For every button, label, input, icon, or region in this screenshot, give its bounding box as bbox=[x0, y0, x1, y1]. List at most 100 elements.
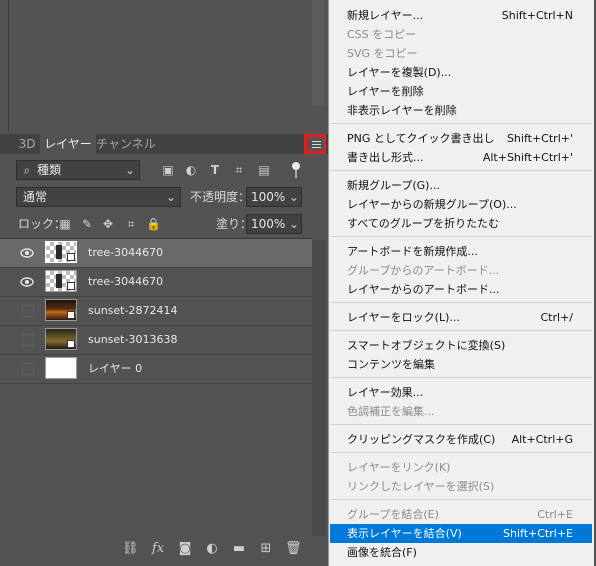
menu-item-delete-layer[interactable]: レイヤーを削除 bbox=[330, 82, 592, 101]
layer-row[interactable]: sunset-3013638 bbox=[0, 326, 312, 355]
smart-object-icon bbox=[67, 340, 75, 348]
opacity-field[interactable]: 100% ⌄ bbox=[246, 187, 302, 207]
new-layer-icon[interactable]: ⊞ bbox=[258, 541, 274, 557]
chevron-down-icon: ⌄ bbox=[289, 217, 300, 231]
lock-move-icon[interactable]: ✥ bbox=[101, 216, 115, 232]
search-icon: ⌕ bbox=[23, 163, 31, 177]
layer-thumbnail bbox=[45, 299, 77, 321]
smart-object-icon bbox=[67, 282, 75, 290]
smart-object-icon bbox=[67, 311, 75, 319]
menu-item-new-group-from-layers[interactable]: レイヤーからの新規グループ(O)... bbox=[330, 195, 592, 214]
menu-item-select-linked-layers[interactable]: リンクしたレイヤーを選択(S) bbox=[330, 477, 592, 496]
menu-item-artboard-from-layers[interactable]: レイヤーからのアートボード... bbox=[330, 280, 592, 299]
layer-name: tree-3044670 bbox=[88, 246, 164, 259]
menu-item-copy-css[interactable]: CSS をコピー bbox=[330, 25, 592, 44]
tab-3d[interactable]: 3D bbox=[14, 134, 40, 154]
document-canvas-area bbox=[0, 0, 330, 132]
smart-object-icon bbox=[67, 253, 75, 261]
menu-line-icon bbox=[312, 147, 321, 148]
menu-item-layer-effects[interactable]: レイヤー効果... bbox=[330, 383, 592, 402]
visibility-toggle[interactable] bbox=[22, 305, 34, 317]
menu-item-edit-contents[interactable]: コンテンツを編集 bbox=[330, 355, 592, 374]
menu-item-new-layer[interactable]: 新規レイヤー... Shift+Ctrl+N bbox=[330, 6, 592, 25]
layers-scrollbar[interactable] bbox=[312, 240, 326, 536]
fill-field[interactable]: 100% ⌄ bbox=[246, 214, 302, 234]
filter-toggle[interactable] bbox=[292, 162, 300, 178]
panel-menu-button[interactable] bbox=[304, 134, 326, 154]
eye-icon[interactable] bbox=[20, 276, 34, 288]
menu-line-icon bbox=[312, 141, 321, 142]
filter-type-icon[interactable]: T bbox=[207, 162, 223, 178]
add-mask-icon[interactable]: ◙ bbox=[177, 541, 193, 557]
trash-icon[interactable]: 🗑 bbox=[285, 541, 302, 557]
menu-separator bbox=[330, 499, 592, 500]
lock-transparent-icon[interactable]: ▦ bbox=[58, 216, 72, 232]
layer-name: sunset-3013638 bbox=[88, 333, 178, 346]
panel-context-menu: 新規レイヤー... Shift+Ctrl+N CSS をコピー SVG をコピー … bbox=[328, 0, 594, 566]
menu-separator bbox=[330, 302, 592, 303]
layer-name: tree-3044670 bbox=[88, 275, 164, 288]
menu-separator bbox=[330, 377, 592, 378]
filter-pixel-icon[interactable]: ▣ bbox=[160, 162, 176, 178]
menu-item-merge-visible[interactable]: 表示レイヤーを結合(V) Shift+Ctrl+E bbox=[330, 524, 592, 543]
filter-kind-select[interactable]: ⌕ 種類 ⌄ bbox=[16, 160, 140, 180]
new-group-icon[interactable]: ▬ bbox=[231, 541, 247, 557]
eye-icon[interactable] bbox=[20, 247, 34, 259]
lock-all-icon[interactable]: 🔒 bbox=[146, 216, 161, 232]
lock-paint-brush-icon[interactable]: ✎ bbox=[80, 216, 94, 232]
filter-adjustment-icon[interactable]: ◐ bbox=[183, 162, 199, 178]
blend-mode-value: 通常 bbox=[23, 190, 48, 204]
layer-row[interactable]: レイヤー 0 bbox=[0, 355, 312, 384]
filter-smart-object-icon[interactable]: ▤ bbox=[256, 162, 272, 178]
layer-name: レイヤー 0 bbox=[88, 362, 143, 375]
menu-item-create-clipping-mask[interactable]: クリッピングマスクを作成(C) Alt+Ctrl+G bbox=[330, 430, 592, 449]
fx-icon[interactable]: fx bbox=[150, 541, 166, 557]
menu-item-merge-group[interactable]: グループを結合(E) Ctrl+E bbox=[330, 505, 592, 524]
layer-name: sunset-2872414 bbox=[88, 304, 178, 317]
menu-separator bbox=[330, 123, 592, 124]
menu-line-icon bbox=[312, 144, 321, 145]
chevron-down-icon: ⌄ bbox=[166, 190, 177, 204]
chevron-down-icon: ⌄ bbox=[289, 190, 300, 204]
menu-item-collapse-all-groups[interactable]: すべてのグループを折りたたむ bbox=[330, 214, 592, 233]
menu-separator bbox=[330, 170, 592, 171]
menu-item-link-layers[interactable]: レイヤーをリンク(K) bbox=[330, 458, 592, 477]
filter-kind-label: 種類 bbox=[37, 163, 62, 177]
layer-row[interactable]: tree-3044670 bbox=[0, 239, 312, 268]
layer-row[interactable]: tree-3044670 bbox=[0, 268, 312, 297]
layer-row[interactable]: sunset-2872414 bbox=[0, 297, 312, 326]
menu-item-convert-to-smart-object[interactable]: スマートオブジェクトに変換(S) bbox=[330, 336, 592, 355]
tab-layers[interactable]: レイヤー bbox=[40, 134, 96, 154]
layer-thumbnail bbox=[45, 241, 77, 263]
menu-item-quick-export-png[interactable]: PNG としてクイック書き出し Shift+Ctrl+' bbox=[330, 129, 592, 148]
menu-item-flatten-image[interactable]: 画像を統合(F) bbox=[330, 543, 592, 562]
panel-tab-bar: 3D レイヤー チャンネル bbox=[0, 134, 330, 154]
menu-item-export-as[interactable]: 書き出し形式... Alt+Shift+Ctrl+' bbox=[330, 148, 592, 167]
menu-item-new-group[interactable]: 新規グループ(G)... bbox=[330, 176, 592, 195]
adjustment-layer-icon[interactable]: ◐ bbox=[204, 541, 220, 557]
canvas-scrollbar[interactable] bbox=[312, 0, 324, 106]
blend-mode-select[interactable]: 通常 ⌄ bbox=[16, 187, 181, 207]
menu-item-new-artboard[interactable]: アートボードを新規作成... bbox=[330, 242, 592, 261]
opacity-label: 不透明度： bbox=[190, 190, 251, 204]
menu-item-edit-adjustment[interactable]: 色調補正を編集... bbox=[330, 402, 592, 421]
menu-separator bbox=[330, 424, 592, 425]
opacity-value: 100% bbox=[251, 190, 286, 204]
layer-thumbnail bbox=[45, 270, 77, 292]
menu-separator bbox=[330, 236, 592, 237]
menu-item-lock-layers[interactable]: レイヤーをロック(L)... Ctrl+/ bbox=[330, 308, 592, 327]
chevron-down-icon: ⌄ bbox=[125, 163, 136, 177]
visibility-toggle[interactable] bbox=[22, 334, 34, 346]
link-layers-icon[interactable]: ⛓ bbox=[122, 541, 139, 557]
tab-channels[interactable]: チャンネル bbox=[96, 134, 156, 154]
visibility-toggle[interactable] bbox=[22, 363, 34, 375]
layer-thumbnail bbox=[45, 328, 77, 350]
filter-shape-icon[interactable]: ⌗ bbox=[231, 162, 247, 178]
menu-item-delete-hidden-layers[interactable]: 非表示レイヤーを削除 bbox=[330, 101, 592, 120]
canvas-divider bbox=[8, 0, 9, 132]
menu-item-artboard-from-group[interactable]: グループからのアートボード... bbox=[330, 261, 592, 280]
menu-item-duplicate-layer[interactable]: レイヤーを複製(D)... bbox=[330, 63, 592, 82]
lock-artboard-icon[interactable]: ⌗ bbox=[124, 216, 138, 232]
menu-separator bbox=[330, 452, 592, 453]
menu-item-copy-svg[interactable]: SVG をコピー bbox=[330, 44, 592, 63]
